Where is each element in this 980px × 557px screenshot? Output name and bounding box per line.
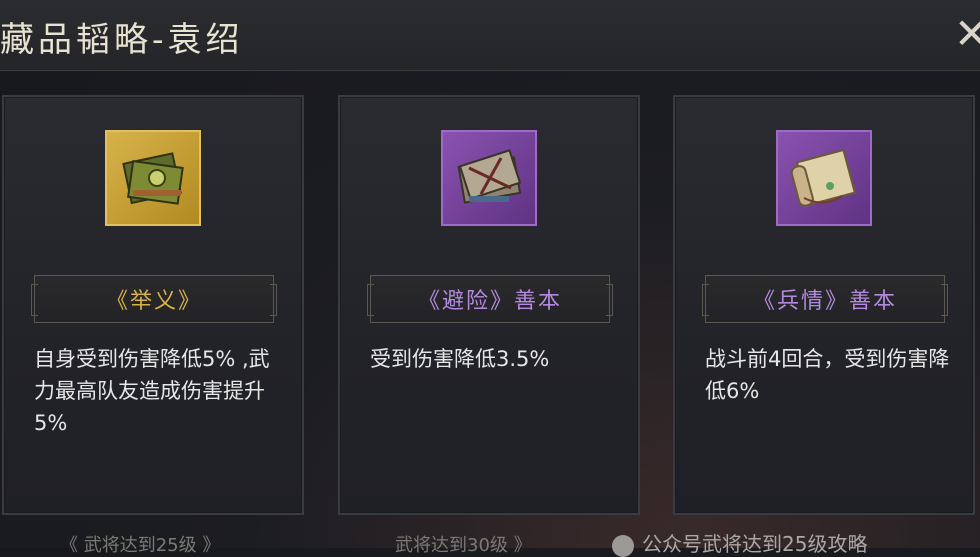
watermark-text: 公众号武将达到25级攻略 bbox=[642, 532, 868, 556]
item-name-frame: 《举义》 bbox=[31, 275, 277, 323]
collection-card-3[interactable]: 《兵情》善本 战斗前4回合，受到伤害降低6% bbox=[673, 95, 975, 515]
item-name: 《避险》善本 bbox=[417, 289, 562, 314]
watermark: 公众号武将达到25级攻略 bbox=[612, 528, 867, 557]
item-name: 《兵情》善本 bbox=[752, 289, 897, 314]
collection-card-2[interactable]: 《避险》善本 受到伤害降低3.5% bbox=[338, 95, 640, 515]
green-book-bundle-icon bbox=[105, 130, 201, 226]
item-name-frame: 《避险》善本 bbox=[367, 275, 613, 323]
item-name: 《举义》 bbox=[105, 289, 202, 314]
tied-book-bundle-icon bbox=[441, 130, 537, 226]
title-bar: 藏品韬略-袁绍 ✕ bbox=[0, 0, 980, 71]
collection-card-1[interactable]: 《举义》 自身受到伤害降低5% ,武力最高队友造成伤害提升5% bbox=[2, 95, 304, 515]
unlock-requirement-1: 《 武将达到25级 》 bbox=[60, 535, 221, 556]
close-icon[interactable]: ✕ bbox=[954, 10, 980, 58]
unlock-requirement-2: 武将达到30级 》 bbox=[395, 535, 532, 556]
item-name-frame: 《兵情》善本 bbox=[702, 275, 948, 323]
item-effect: 自身受到伤害降低5% ,武力最高队友造成伤害提升5% bbox=[34, 347, 270, 435]
wechat-icon bbox=[612, 534, 634, 557]
scroll-icon bbox=[776, 130, 872, 226]
item-effect: 战斗前4回合，受到伤害降低6% bbox=[705, 347, 950, 403]
page-title: 藏品韬略-袁绍 bbox=[0, 20, 244, 60]
item-effect: 受到伤害降低3.5% bbox=[370, 347, 550, 371]
